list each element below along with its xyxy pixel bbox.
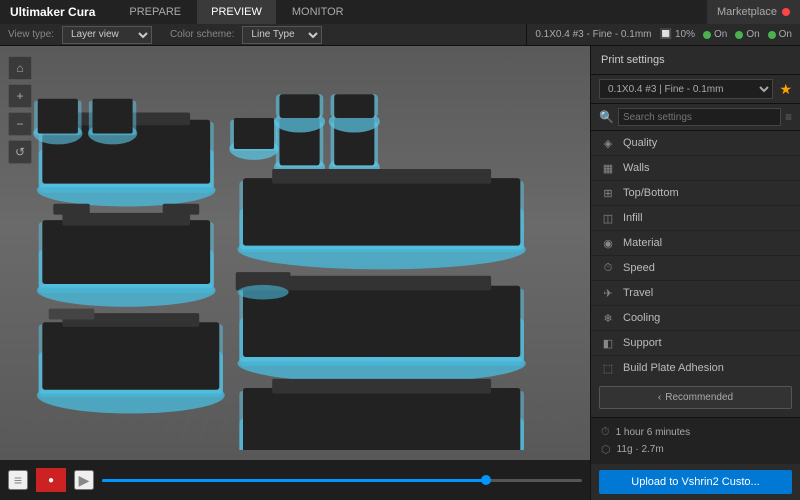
recommended-label: Recommended bbox=[665, 392, 733, 403]
view-type-select[interactable]: Layer view bbox=[62, 26, 152, 44]
record-button[interactable]: ● bbox=[36, 468, 66, 492]
print-settings-title: Print settings bbox=[591, 46, 800, 75]
settings-item-label: Travel bbox=[623, 287, 653, 299]
settings-item-label: Infill bbox=[623, 212, 643, 224]
settings-item-speed[interactable]: ⏱ Speed bbox=[591, 256, 800, 281]
view-type-label: View type: bbox=[8, 29, 54, 40]
time-icon: ⏱ bbox=[601, 426, 610, 439]
play-button[interactable]: ▶ bbox=[74, 470, 94, 490]
objects-container bbox=[10, 76, 580, 450]
time-value: 1 hour 6 minutes bbox=[616, 427, 691, 438]
marketplace-button[interactable]: Marketplace bbox=[707, 0, 800, 24]
settings-item-icon: ◈ bbox=[601, 136, 615, 150]
settings-item-top-bottom[interactable]: ⊞ Top/Bottom bbox=[591, 181, 800, 206]
material-icon: ⬡ bbox=[601, 443, 611, 456]
settings-item-icon: ◫ bbox=[601, 211, 615, 225]
status-dot-2 bbox=[735, 31, 743, 39]
layer-icon-button[interactable]: ≡ bbox=[8, 470, 28, 490]
settings-item-infill[interactable]: ◫ Infill bbox=[591, 206, 800, 231]
layer-slider-container bbox=[102, 479, 582, 482]
settings-item-icon: ⬚ bbox=[601, 361, 615, 375]
zoom-out-button[interactable]: − bbox=[8, 112, 32, 136]
tab-monitor[interactable]: MONITOR bbox=[278, 0, 358, 24]
layer-slider-handle bbox=[481, 475, 491, 485]
nav-tabs: PREPARE PREVIEW MONITOR bbox=[115, 0, 357, 24]
fill-status: 🔲 10% bbox=[660, 29, 695, 40]
settings-item-icon: ❄ bbox=[601, 311, 615, 325]
on-status-1: On bbox=[703, 29, 727, 40]
left-tools: ⌂ + − ↺ bbox=[8, 56, 32, 164]
search-icon: 🔍 bbox=[599, 110, 614, 124]
home-tool-button[interactable]: ⌂ bbox=[8, 56, 32, 80]
settings-item-label: Speed bbox=[623, 262, 655, 274]
settings-item-icon: ⏱ bbox=[601, 261, 615, 275]
settings-item-label: Support bbox=[623, 337, 662, 349]
status-dot-1 bbox=[703, 31, 711, 39]
upload-button[interactable]: Upload to Vshrin2 Custo... bbox=[599, 470, 792, 494]
settings-item-label: Cooling bbox=[623, 312, 660, 324]
settings-item-icon: ✈ bbox=[601, 286, 615, 300]
on-status-3: On bbox=[768, 29, 792, 40]
printer-label: 0.1X0.4 #3 - Fine - 0.1mm bbox=[535, 29, 651, 40]
rotate-button[interactable]: ↺ bbox=[8, 140, 32, 164]
main-viewport[interactable] bbox=[0, 46, 590, 500]
settings-item-icon: ⊞ bbox=[601, 186, 615, 200]
color-scheme-select[interactable]: Line Type bbox=[242, 26, 322, 44]
settings-item-icon: ◉ bbox=[601, 236, 615, 250]
settings-item-icon: ▦ bbox=[601, 161, 615, 175]
settings-item-label: Material bbox=[623, 237, 662, 249]
app-logo: Ultimaker Cura bbox=[0, 5, 105, 19]
chevron-left-icon: ‹ bbox=[658, 392, 661, 403]
top-bar: Ultimaker Cura PREPARE PREVIEW MONITOR M… bbox=[0, 0, 800, 24]
settings-item-material[interactable]: ◉ Material bbox=[591, 231, 800, 256]
zoom-in-button[interactable]: + bbox=[8, 84, 32, 108]
settings-list: ◈ Quality ▦ Walls ⊞ Top/Bottom ◫ Infill … bbox=[591, 131, 800, 378]
profile-select[interactable]: 0.1X0.4 #3 | Fine - 0.1mm bbox=[599, 79, 773, 99]
notification-dot bbox=[782, 8, 790, 16]
3d-viewport[interactable] bbox=[0, 46, 590, 500]
marketplace-label: Marketplace bbox=[717, 6, 777, 18]
right-panel: Print settings 0.1X0.4 #3 | Fine - 0.1mm… bbox=[590, 46, 800, 500]
color-scheme-label: Color scheme: bbox=[170, 29, 234, 40]
settings-item-label: Quality bbox=[623, 137, 657, 149]
settings-item-label: Top/Bottom bbox=[623, 187, 679, 199]
menu-icon[interactable]: ≡ bbox=[785, 110, 792, 124]
settings-item-support[interactable]: ◧ Support bbox=[591, 331, 800, 356]
recommended-button[interactable]: ‹ Recommended bbox=[599, 386, 792, 409]
layer-slider[interactable] bbox=[102, 479, 582, 482]
upload-label: Upload to Vshrin2 Custo... bbox=[631, 476, 759, 488]
tab-preview[interactable]: PREVIEW bbox=[197, 0, 276, 24]
stats-panel: ⏱ 1 hour 6 minutes ⬡ 11g · 2.7m bbox=[591, 417, 800, 464]
status-dot-3 bbox=[768, 31, 776, 39]
material-stat: ⬡ 11g · 2.7m bbox=[601, 441, 790, 458]
settings-item-cooling[interactable]: ❄ Cooling bbox=[591, 306, 800, 331]
settings-item-build-plate-adhesion[interactable]: ⬚ Build Plate Adhesion bbox=[591, 356, 800, 378]
settings-item-label: Walls bbox=[623, 162, 649, 174]
time-stat: ⏱ 1 hour 6 minutes bbox=[601, 424, 790, 441]
settings-item-walls[interactable]: ▦ Walls bbox=[591, 156, 800, 181]
status-bar-right: 0.1X0.4 #3 - Fine - 0.1mm 🔲 10% On On On bbox=[526, 24, 800, 46]
layer-slider-fill bbox=[102, 479, 486, 482]
profile-star-icon[interactable]: ★ bbox=[779, 81, 792, 98]
settings-item-quality[interactable]: ◈ Quality bbox=[591, 131, 800, 156]
settings-item-icon: ◧ bbox=[601, 336, 615, 350]
material-value: 11g · 2.7m bbox=[617, 444, 664, 455]
settings-item-label: Build Plate Adhesion bbox=[623, 362, 724, 374]
search-input[interactable] bbox=[618, 108, 781, 126]
tab-prepare[interactable]: PREPARE bbox=[115, 0, 195, 24]
printer-status: 0.1X0.4 #3 - Fine - 0.1mm bbox=[535, 29, 651, 40]
on-status-2: On bbox=[735, 29, 759, 40]
profile-row: 0.1X0.4 #3 | Fine - 0.1mm ★ bbox=[591, 75, 800, 104]
settings-item-travel[interactable]: ✈ Travel bbox=[591, 281, 800, 306]
bottom-bar: ≡ ● ▶ bbox=[0, 460, 590, 500]
search-row: 🔍 ≡ bbox=[591, 104, 800, 131]
